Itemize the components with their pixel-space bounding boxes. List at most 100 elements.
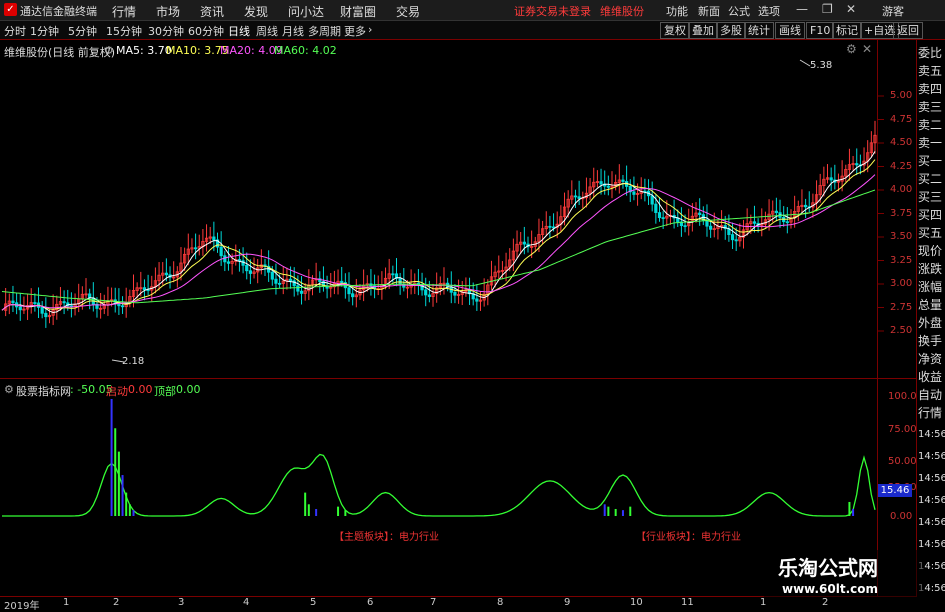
- candle-body: [774, 210, 778, 214]
- quote-label: 换手: [918, 334, 943, 348]
- x-tick: 8: [497, 597, 504, 608]
- x-tick: 5: [310, 597, 317, 608]
- time-label: 14:56: [918, 517, 945, 528]
- indicator-panel: [2, 399, 876, 517]
- candle-body: [632, 191, 636, 195]
- price-chart[interactable]: [0, 0, 945, 609]
- indicator-name: 股票指标网: [16, 385, 71, 398]
- candle-body: [730, 234, 735, 241]
- quote-label: 卖四: [918, 82, 943, 96]
- candle-body: [270, 271, 274, 280]
- watermark-url: www.60lt.com: [782, 582, 879, 596]
- current-value-badge: 15.46: [878, 484, 912, 497]
- candle-body: [829, 177, 833, 181]
- auto-label[interactable]: 自动: [918, 386, 945, 404]
- quote-label: 收益: [918, 370, 943, 384]
- price-tick: 5.00: [890, 90, 913, 101]
- x-tick: 3: [178, 597, 185, 608]
- quote-label: 现价: [918, 244, 943, 258]
- candle-body: [245, 264, 249, 272]
- candle-body: [855, 163, 859, 166]
- candle-body: [33, 302, 37, 304]
- candle-body: [11, 300, 15, 304]
- candle-body: [44, 312, 48, 318]
- price-tick: 4.50: [890, 137, 913, 148]
- quote-label: 总量: [918, 298, 943, 312]
- candle-body: [40, 307, 44, 314]
- candle-body: [226, 261, 231, 264]
- x-tick: 1: [760, 597, 767, 608]
- x-tick: 1: [63, 597, 70, 608]
- price-tick: 4.25: [890, 161, 913, 172]
- candle-body: [475, 298, 479, 302]
- time-label: 14:56: [918, 429, 945, 440]
- candle-body: [599, 181, 603, 185]
- candle-body: [654, 203, 658, 213]
- quote-label: 卖一: [918, 136, 943, 150]
- candle-body: [650, 195, 654, 205]
- candle-body: [248, 270, 252, 274]
- ma20-line: [1, 174, 876, 311]
- price-tick: 3.25: [890, 255, 913, 266]
- time-label: 14:56: [918, 473, 945, 484]
- time-label: 14:56: [918, 451, 945, 462]
- quote-label: 买四: [918, 208, 943, 222]
- price-tick: 3.75: [890, 208, 913, 219]
- quote-label: 卖三: [918, 100, 943, 114]
- top-label: 顶部: [154, 385, 176, 398]
- candle-body: [661, 217, 665, 220]
- quote-label: 买五: [918, 226, 943, 240]
- candle-body: [296, 285, 300, 292]
- ind-tick: 100.0: [888, 391, 917, 402]
- candle-body: [803, 204, 808, 208]
- price-tick: 2.75: [890, 302, 913, 313]
- candle-body: [193, 247, 198, 250]
- candle-body: [785, 221, 789, 224]
- quote-label: 委比: [918, 46, 943, 60]
- quote-label: 卖二: [918, 118, 943, 132]
- ind-tick: 0.00: [890, 511, 913, 522]
- candle-body: [734, 239, 738, 242]
- candle-body: [299, 290, 304, 294]
- candle-body: [237, 259, 242, 262]
- auto-quote-panel[interactable]: 自动 行情: [918, 386, 945, 422]
- x-tick: 10: [630, 597, 643, 608]
- start-label: 启动: [106, 385, 128, 398]
- candle-body: [219, 246, 223, 257]
- candle-body: [698, 212, 702, 216]
- candle-body: [18, 306, 22, 311]
- ind-tick: 75.00: [888, 424, 917, 435]
- candlesticks: [4, 120, 877, 328]
- price-tick: 3.50: [890, 231, 913, 242]
- candle-body: [573, 195, 578, 198]
- candle-body: [657, 212, 662, 219]
- candle-body: [274, 278, 278, 284]
- candle-body: [606, 185, 610, 188]
- quote-label: 买一: [918, 154, 943, 168]
- candle-body: [522, 241, 526, 245]
- sector-label-1: 【主题板块】：电力行业: [334, 532, 439, 543]
- candle-body: [453, 291, 457, 296]
- candle-body: [142, 287, 147, 291]
- ma10-line: [1, 159, 876, 311]
- high-annotation-line: [799, 59, 811, 67]
- candle-body: [347, 287, 351, 295]
- candle-body: [427, 294, 431, 297]
- time-label: 14:56: [918, 495, 945, 506]
- quote-label: 买三: [918, 190, 943, 204]
- x-tick: 11: [681, 597, 694, 608]
- x-tick: 7: [430, 597, 437, 608]
- quote-label[interactable]: 行情: [918, 404, 945, 422]
- candle-body: [340, 280, 344, 283]
- quote-label: 涨跌: [918, 262, 943, 276]
- indicator-settings-icon[interactable]: ⚙: [4, 383, 14, 396]
- x-tick: 2: [113, 597, 120, 608]
- quote-label: 外盘: [918, 316, 943, 330]
- ind-tick: 50.00: [888, 456, 917, 467]
- price-tick: 4.75: [890, 114, 913, 125]
- candle-body: [621, 179, 625, 182]
- candle-body: [212, 236, 216, 241]
- candle-body: [398, 277, 402, 285]
- candle-body: [577, 196, 581, 199]
- x-tick: 4: [243, 597, 250, 608]
